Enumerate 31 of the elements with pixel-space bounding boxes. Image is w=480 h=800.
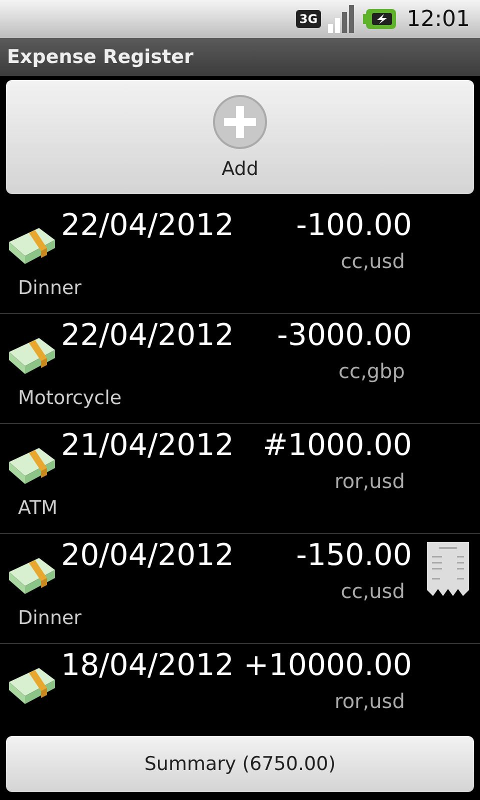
expense-description: Motorcycle	[18, 387, 123, 409]
expense-amount: -150.00	[296, 538, 412, 573]
expense-amount: +10000.00	[244, 648, 412, 683]
summary-button[interactable]: Summary (6750.00)	[6, 736, 474, 792]
expense-amount: -100.00	[296, 208, 412, 243]
expense-row[interactable]: 21/04/2012 #1000.00 ror,usd ATM	[0, 424, 480, 534]
signal-icon	[326, 4, 357, 34]
expense-tags: cc,usd	[340, 249, 405, 273]
network-type: 3G	[296, 10, 321, 28]
expense-date: 21/04/2012	[61, 428, 234, 463]
clock: 12:01	[406, 6, 470, 32]
expense-description: Dinner	[18, 277, 82, 299]
expense-row[interactable]: 20/04/2012 -150.00 cc,usd Dinner	[0, 534, 480, 644]
expense-date: 18/04/2012	[61, 648, 234, 683]
expense-row[interactable]: 22/04/2012 -3000.00 cc,gbp Motorcycle	[0, 314, 480, 424]
expense-tags: cc,usd	[340, 579, 405, 603]
expense-amount: #1000.00	[262, 428, 412, 463]
expense-tags: cc,gbp	[338, 359, 405, 383]
expense-tags: ror,usd	[334, 689, 405, 713]
expense-date: 22/04/2012	[61, 318, 234, 353]
app-title: Expense Register	[7, 46, 194, 68]
expense-description: Dinner	[18, 607, 82, 629]
expense-description: ATM	[18, 497, 59, 519]
expense-date: 22/04/2012	[61, 208, 234, 243]
expense-amount: -3000.00	[277, 318, 412, 353]
expense-date: 20/04/2012	[61, 538, 234, 573]
battery-icon	[362, 8, 397, 30]
expense-tags: ror,usd	[334, 469, 405, 493]
add-button[interactable]: Add	[6, 80, 474, 194]
expense-row[interactable]: 22/04/2012 -100.00 cc,usd Dinner	[0, 204, 480, 314]
plus-icon	[212, 94, 268, 150]
